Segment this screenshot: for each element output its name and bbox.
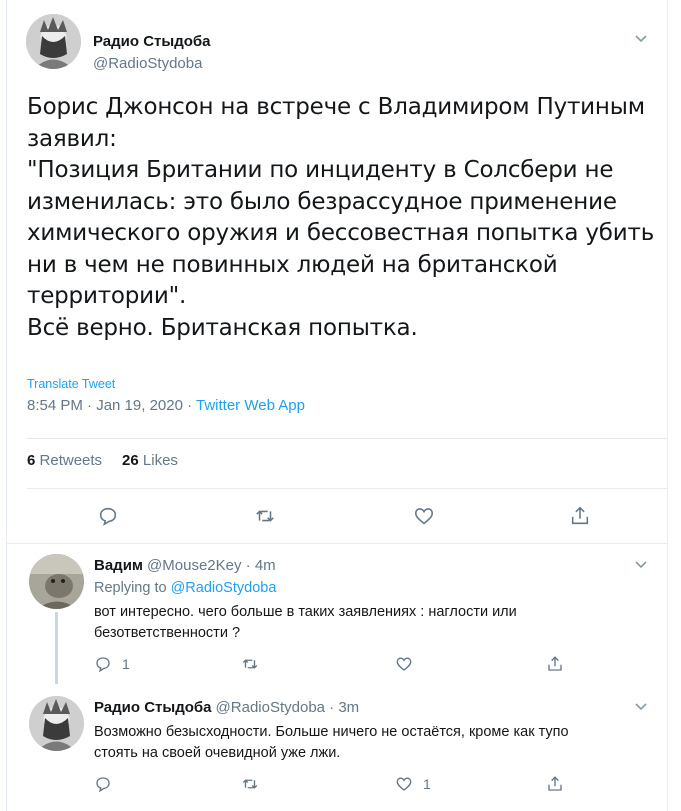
retweets-label: Retweets xyxy=(39,452,103,469)
like-button[interactable]: 1 xyxy=(395,774,431,794)
share-button[interactable] xyxy=(546,654,564,674)
tweet-text-line: ни в чем не повинных людей на британской xyxy=(27,251,558,278)
reply-tweet: Вадим @Mouse2Key · 4m Replying to @Radio… xyxy=(7,544,667,684)
author-name[interactable]: Радио Стыдоба xyxy=(93,33,211,50)
reply-icon xyxy=(96,777,110,793)
reply-header: Вадим @Mouse2Key · 4m xyxy=(94,557,276,574)
share-icon xyxy=(548,656,562,671)
author-handle[interactable]: @RadioStydoba · 3m xyxy=(216,699,360,716)
avatar[interactable] xyxy=(26,14,81,69)
tweet-text-line: Борис Джонсон на встрече с Владимиром Пу… xyxy=(27,94,645,120)
main-tweet: Радио Стыдоба @RadioStydoba Борис Джонсо… xyxy=(7,0,667,544)
tweet-text-line: химического оружия и бессовестная попытк… xyxy=(27,220,655,246)
likes-count: 26 xyxy=(122,452,139,469)
retweet-icon xyxy=(256,510,274,522)
replying-to: Replying to @RadioStydoba xyxy=(94,580,276,596)
chevron-down-icon[interactable] xyxy=(633,30,649,46)
like-icon xyxy=(396,657,412,671)
share-button[interactable] xyxy=(566,502,594,530)
author-handle[interactable]: @RadioStydoba xyxy=(93,55,202,72)
author-name[interactable]: Вадим xyxy=(94,557,143,574)
replying-to-prefix: Replying to xyxy=(94,580,171,596)
avatar[interactable] xyxy=(29,554,84,609)
retweet-button[interactable] xyxy=(241,774,259,794)
author-handle[interactable]: @Mouse2Key · 4m xyxy=(147,557,276,574)
reply-text-line: безответственности ? xyxy=(94,625,241,641)
retweets-stat[interactable]: 6 Retweets xyxy=(27,452,102,469)
replying-to-link[interactable]: @RadioStydoba xyxy=(171,580,277,596)
like-button[interactable] xyxy=(410,502,438,530)
tweet-timestamp: 8:54 PM · Jan 19, 2020 · Twitter Web App xyxy=(27,397,305,414)
avatar[interactable] xyxy=(29,696,84,751)
reply-button[interactable] xyxy=(94,774,112,794)
translate-tweet-link[interactable]: Translate Tweet xyxy=(27,377,115,391)
thread-line xyxy=(55,612,58,684)
likes-label: Likes xyxy=(142,452,178,469)
tweet-time[interactable]: 8:54 PM · Jan 19, 2020 · xyxy=(27,397,196,414)
retweet-icon xyxy=(242,779,258,789)
like-icon xyxy=(414,508,434,525)
tweet-text-line: территории". xyxy=(27,283,187,309)
reply-button[interactable]: 1 xyxy=(94,654,130,674)
share-icon xyxy=(548,776,562,791)
reply-tweet: Радио Стыдоба @RadioStydoba · 3m Возможн… xyxy=(7,684,667,811)
tweet-text-line: "Позиция Британии по инциденту в Солсбер… xyxy=(27,157,614,183)
share-button[interactable] xyxy=(546,774,564,794)
share-icon xyxy=(571,506,589,525)
like-button[interactable] xyxy=(395,654,413,674)
tweet-source-link[interactable]: Twitter Web App xyxy=(196,397,305,414)
likes-stat[interactable]: 26 Likes xyxy=(122,452,178,469)
reply-icon xyxy=(99,507,117,526)
tweet-text-line: Всё верно. Британская попытка. xyxy=(27,314,418,341)
divider xyxy=(27,488,667,489)
retweet-icon xyxy=(242,659,258,669)
reply-text-line: вот интересно. чего больше в таких заявл… xyxy=(94,604,517,620)
like-count: 1 xyxy=(423,776,431,792)
tweet-text-line: изменилась: это было безрассудное примен… xyxy=(27,188,617,215)
reply-text-line: стоять на своей очевидной уже лжи. xyxy=(94,745,341,761)
reply-text: Возможно безысходности. Больше ничего не… xyxy=(94,722,654,764)
reply-icon xyxy=(96,657,110,673)
tweet-text-line: заявил: xyxy=(27,125,117,152)
chevron-down-icon[interactable] xyxy=(633,698,649,714)
tweet-text: Борис Джонсон на встрече с Владимиром Пу… xyxy=(27,92,655,344)
reply-count: 1 xyxy=(122,656,130,672)
engagement-stats: 6 Retweets 26 Likes xyxy=(27,452,178,469)
reply-text-line: Возможно безысходности. Больше ничего не… xyxy=(94,724,569,740)
divider xyxy=(27,438,667,439)
retweet-button[interactable] xyxy=(241,654,259,674)
reply-header: Радио Стыдоба @RadioStydoba · 3m xyxy=(94,699,359,716)
author-name[interactable]: Радио Стыдоба xyxy=(94,699,212,716)
timeline: Радио Стыдоба @RadioStydoba Борис Джонсо… xyxy=(6,0,668,811)
retweet-button[interactable] xyxy=(251,502,279,530)
retweets-count: 6 xyxy=(27,452,36,469)
reply-text: вот интересно. чего больше в таких заявл… xyxy=(94,602,654,644)
reply-button[interactable] xyxy=(94,502,122,530)
like-icon xyxy=(396,777,412,791)
chevron-down-icon[interactable] xyxy=(633,556,649,572)
